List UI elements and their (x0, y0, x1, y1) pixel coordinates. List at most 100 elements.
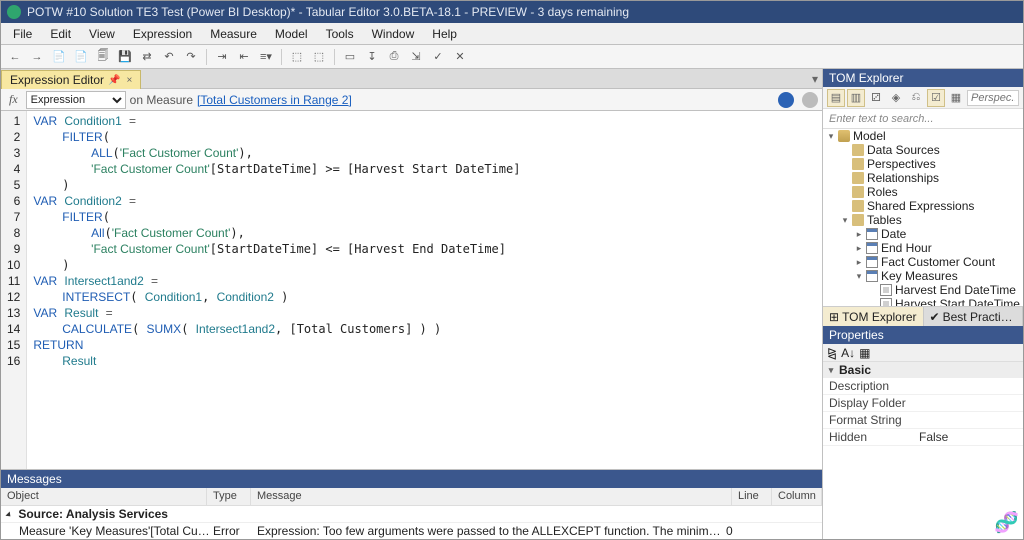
prop-group-basic[interactable]: ▾ Basic (823, 362, 1023, 378)
tree-label: Date (881, 227, 906, 241)
menu-expression[interactable]: Expression (125, 25, 200, 43)
tab-bpa[interactable]: ✔ Best Practice Analyzer (924, 307, 1023, 326)
toolbar-btn-18[interactable]: ↧ (362, 47, 382, 67)
tree-node[interactable]: Harvest End DateTime (823, 283, 1023, 297)
prop-row[interactable]: Display Folder (823, 395, 1023, 412)
col-type[interactable]: Type (207, 488, 251, 505)
expand-icon[interactable]: ▾ (827, 131, 835, 142)
tom-btn-7[interactable]: ▦ (947, 89, 965, 107)
tom-btn-1[interactable]: ▤ (827, 89, 845, 107)
menu-model[interactable]: Model (267, 25, 316, 43)
tree-node[interactable]: Harvest Start DateTime (823, 297, 1023, 306)
tree-node[interactable]: Roles (823, 185, 1023, 199)
col-message[interactable]: Message (251, 488, 732, 505)
pin-icon[interactable]: 📌 (108, 75, 120, 86)
expand-icon[interactable] (5, 511, 12, 518)
messages-header: Messages (1, 470, 822, 488)
toolbar-btn-1[interactable]: → (27, 47, 47, 67)
expression-type-select[interactable]: Expression (26, 91, 126, 109)
code-editor[interactable]: 12345678910111213141516 VAR Condition1 =… (1, 111, 822, 469)
tab-label: Expression Editor (10, 73, 104, 87)
tree-node[interactable]: ▾Tables (823, 213, 1023, 227)
toolbar-btn-2[interactable]: 📄 (49, 47, 69, 67)
tom-btn-3[interactable]: ⚂ (867, 89, 885, 107)
expand-icon[interactable]: ▸ (855, 257, 863, 268)
expand-icon[interactable]: ▾ (841, 215, 849, 226)
tree-node[interactable]: Shared Expressions (823, 199, 1023, 213)
cancel-icon[interactable] (802, 92, 818, 108)
toolbar-btn-8[interactable]: ↷ (181, 47, 201, 67)
prop-row[interactable]: Format String (823, 412, 1023, 429)
meas-icon (880, 284, 892, 296)
folder-icon (852, 186, 864, 198)
accept-icon[interactable] (778, 92, 794, 108)
expand-icon[interactable]: ▸ (855, 229, 863, 240)
toolbar-btn-20[interactable]: ⇲ (406, 47, 426, 67)
tom-btn-4[interactable]: ◈ (887, 89, 905, 107)
prop-sort-icon[interactable]: ⧎ (827, 346, 837, 360)
toolbar-btn-5[interactable]: 💾 (115, 47, 135, 67)
tree-node[interactable]: ▾ Model (823, 129, 1023, 143)
tree-label: Relationships (867, 171, 939, 185)
menu-help[interactable]: Help (424, 25, 465, 43)
menu-tools[interactable]: Tools (318, 25, 362, 43)
toolbar-btn-0[interactable]: ← (5, 47, 25, 67)
folder-icon (852, 158, 864, 170)
toolbar-btn-19[interactable]: ⎙ (384, 47, 404, 67)
tab-expression-editor[interactable]: Expression Editor 📌 × (1, 70, 141, 89)
tree-label: Roles (867, 185, 898, 199)
expand-icon[interactable]: ▾ (855, 271, 863, 282)
tab-dropdown-icon[interactable]: ▾ (812, 72, 818, 86)
prop-row[interactable]: HiddenFalse (823, 429, 1023, 446)
toolbar-btn-17[interactable]: ▭ (340, 47, 360, 67)
tom-btn-6[interactable]: ☑ (927, 89, 945, 107)
tab-tom-explorer[interactable]: ⊞ TOM Explorer (823, 307, 924, 326)
toolbar-btn-11[interactable]: ⇤ (234, 47, 254, 67)
table-icon (866, 256, 878, 268)
menu-window[interactable]: Window (364, 25, 423, 43)
tree-node[interactable]: Relationships (823, 171, 1023, 185)
menu-edit[interactable]: Edit (42, 25, 79, 43)
message-group[interactable]: Source: Analysis Services (1, 506, 822, 523)
collapse-icon[interactable]: ▾ (827, 365, 835, 376)
toolbar-btn-15[interactable]: ⬚ (309, 47, 329, 67)
col-line[interactable]: Line (732, 488, 772, 505)
tree-label: Model (853, 129, 886, 143)
menu-measure[interactable]: Measure (202, 25, 265, 43)
measure-link[interactable]: [Total Customers in Range 2] (197, 93, 352, 107)
toolbar-btn-4[interactable]: 🗐 (93, 47, 113, 67)
tree-node[interactable]: ▸ Date (823, 227, 1023, 241)
tom-btn-5[interactable]: ⎌ (907, 89, 925, 107)
prop-row[interactable]: Description (823, 378, 1023, 395)
toolbar-btn-12[interactable]: ≡▾ (256, 47, 276, 67)
tom-search-input[interactable] (823, 109, 1023, 128)
tree-label: Shared Expressions (867, 199, 974, 213)
col-column[interactable]: Column (772, 488, 822, 505)
toolbar-btn-10[interactable]: ⇥ (212, 47, 232, 67)
tom-btn-2[interactable]: ▥ (847, 89, 865, 107)
perspective-input[interactable] (967, 90, 1019, 106)
tree-node[interactable]: ▸End Hour (823, 241, 1023, 255)
tree-node[interactable]: Perspectives (823, 157, 1023, 171)
toolbar-btn-6[interactable]: ⇄ (137, 47, 157, 67)
toolbar-btn-21[interactable]: ✓ (428, 47, 448, 67)
prop-cat-icon[interactable]: A↓ (841, 346, 855, 360)
toolbar-btn-22[interactable]: ✕ (450, 47, 470, 67)
tree-node[interactable]: ▸Fact Customer Count (823, 255, 1023, 269)
prop-grid-icon[interactable]: ▦ (859, 346, 870, 360)
expand-icon[interactable]: ▸ (855, 243, 863, 254)
properties-grid[interactable]: ▾ Basic DescriptionDisplay FolderFormat … (823, 362, 1023, 539)
tree-label: Perspectives (867, 157, 936, 171)
code-lines[interactable]: VAR Condition1 = FILTER( ALL('Fact Custo… (27, 111, 526, 469)
message-row[interactable]: Measure 'Key Measures'[Total Customers i… (1, 523, 822, 539)
toolbar-btn-14[interactable]: ⬚ (287, 47, 307, 67)
close-icon[interactable]: × (127, 75, 133, 86)
toolbar-btn-3[interactable]: 📄 (71, 47, 91, 67)
tree-node[interactable]: ▾Key Measures (823, 269, 1023, 283)
col-object[interactable]: Object (1, 488, 207, 505)
toolbar-btn-7[interactable]: ↶ (159, 47, 179, 67)
menu-file[interactable]: File (5, 25, 40, 43)
tree-node[interactable]: Data Sources (823, 143, 1023, 157)
menu-view[interactable]: View (81, 25, 123, 43)
tom-tree[interactable]: ▾ ModelData SourcesPerspectivesRelationsh… (823, 129, 1023, 306)
